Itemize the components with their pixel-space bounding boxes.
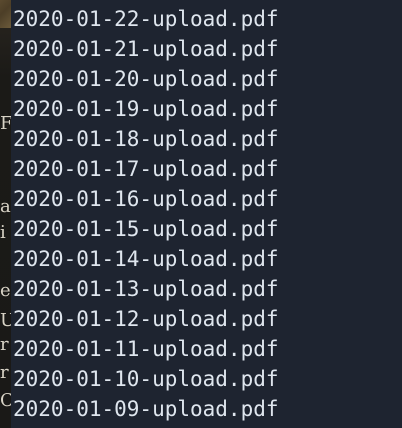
file-item[interactable]: 2020-01-13-upload.pdf — [13, 274, 279, 304]
file-item[interactable]: 2020-01-20-upload.pdf — [13, 64, 279, 94]
file-item[interactable]: 2020-01-16-upload.pdf — [13, 184, 279, 214]
file-item[interactable]: 2020-01-09-upload.pdf — [13, 394, 279, 424]
file-item[interactable]: 2020-01-10-upload.pdf — [13, 364, 279, 394]
file-item[interactable]: 2020-01-17-upload.pdf — [13, 154, 279, 184]
screen: { "background_color": "#1e2430", "text_c… — [0, 0, 402, 428]
file-item[interactable]: 2020-01-12-upload.pdf — [13, 304, 279, 334]
file-item[interactable]: 2020-01-18-upload.pdf — [13, 124, 279, 154]
background-text-fragment: r — [0, 364, 9, 382]
background-text-fragment: e — [0, 282, 11, 300]
file-list: 2020-01-22-upload.pdf 2020-01-21-upload.… — [13, 4, 279, 424]
file-item[interactable]: 2020-01-14-upload.pdf — [13, 244, 279, 274]
file-item[interactable]: 2020-01-19-upload.pdf — [13, 94, 279, 124]
file-list-panel: 2020-01-22-upload.pdf 2020-01-21-upload.… — [11, 0, 402, 428]
file-item[interactable]: 2020-01-15-upload.pdf — [13, 214, 279, 244]
file-item[interactable]: 2020-01-21-upload.pdf — [13, 34, 279, 64]
background-text-fragment: r — [0, 336, 9, 354]
background-window-strip: F a i e U r r C — [0, 0, 11, 428]
background-text-fragment: a — [0, 198, 11, 216]
background-text-fragment: F — [0, 115, 11, 133]
file-item[interactable]: 2020-01-11-upload.pdf — [13, 334, 279, 364]
background-text-fragment: C — [0, 392, 11, 410]
file-item[interactable]: 2020-01-22-upload.pdf — [13, 4, 279, 34]
background-image-thumbnail — [0, 0, 11, 28]
background-text-fragment: U — [0, 312, 11, 330]
background-text-fragment: i — [0, 224, 6, 242]
